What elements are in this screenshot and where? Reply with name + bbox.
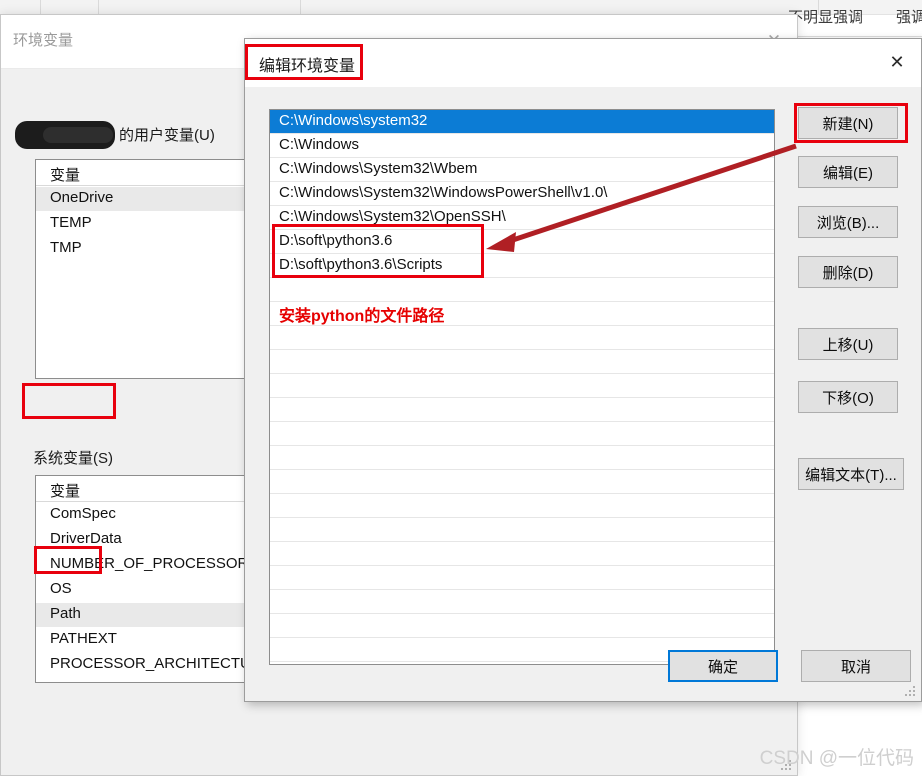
list-item-label: PROCESSOR_ARCHITECTURE [50,655,272,672]
path-list-item-empty[interactable] [270,542,774,566]
edit-button[interactable]: 编辑(E) [798,156,898,188]
style-gallery-item-emphasis[interactable]: 强调 [896,6,922,27]
user-vars-column-header-label: 变量 [50,167,81,184]
system-vars-column-header-label: 变量 [50,483,81,500]
path-list-item-empty[interactable] [270,590,774,614]
ribbon-divider [40,0,41,14]
path-list-item[interactable]: D:\soft\python3.6 [270,230,774,254]
move-up-button[interactable]: 上移(U) [798,328,898,360]
path-list-item-label: C:\Windows\System32\WindowsPowerShell\v1… [279,184,608,201]
path-list-item-empty[interactable]: 安装python的文件路径 [270,302,774,326]
style-gallery-item-subtle-emphasis[interactable]: 不明显强调 [788,6,863,27]
edit-dialog-cancel-button[interactable]: 取消 [801,650,911,682]
move-down-button[interactable]: 下移(O) [798,381,898,413]
path-list-item-empty[interactable] [270,566,774,590]
list-item-label: OneDrive [50,189,114,206]
path-list-item-empty[interactable] [270,278,774,302]
path-list-item[interactable]: C:\Windows [270,134,774,158]
path-list-item-empty[interactable] [270,350,774,374]
edit-dialog-titlebar: 编辑环境变量 ✕ [245,39,921,87]
system-variables-label: 系统变量(S) [33,450,113,467]
user-variables-label: 的用户变量(U) [119,127,215,144]
background-ribbon-strip [0,0,922,15]
path-list-item-empty[interactable] [270,518,774,542]
list-item-label: DriverData [50,530,122,547]
path-list-item[interactable]: C:\Windows\System32\OpenSSH\ [270,206,774,230]
path-list-item-empty[interactable] [270,494,774,518]
csdn-watermark: CSDN @一位代码 [759,748,914,769]
list-item-label: PROCESSOR_IDENTIFIER [50,680,238,682]
path-list-item-label: C:\Windows\System32\OpenSSH\ [279,208,506,225]
path-entries-listbox[interactable]: C:\Windows\system32 C:\Windows C:\Window… [269,109,775,665]
screenshot-root: 不明显强调 强调 ⌄ 环境变量 ✕ 的用户变量(U) 变量 OneDrive [0,0,922,776]
path-list-item-empty[interactable] [270,470,774,494]
path-list-item-empty[interactable] [270,398,774,422]
path-list-item-label: C:\Windows\System32\Wbem [279,160,478,177]
edit-dialog-ok-button[interactable]: 确定 [668,650,778,682]
browse-button[interactable]: 浏览(B)... [798,206,898,238]
env-window-title: 环境变量 [13,32,74,49]
edit-text-button[interactable]: 编辑文本(T)... [798,458,904,490]
list-item-label: PATHEXT [50,630,117,647]
path-list-item-label: C:\Windows [279,136,360,153]
list-item-label: TEMP [50,214,92,231]
new-button[interactable]: 新建(N) [798,107,898,139]
list-item-label: NUMBER_OF_PROCESSORS [50,555,259,572]
edit-dialog-title: 编辑环境变量 [259,58,356,75]
path-list-item-empty[interactable] [270,614,774,638]
delete-button[interactable]: 删除(D) [798,256,898,288]
path-list-item[interactable]: C:\Windows\System32\WindowsPowerShell\v1… [270,182,774,206]
path-list-item-empty[interactable] [270,326,774,350]
redacted-username-block-inner [43,127,113,143]
path-list-item[interactable]: C:\Windows\System32\Wbem [270,158,774,182]
path-list-item-label: D:\soft\python3.6\Scripts [279,256,443,273]
python-path-annotation-note: 安装python的文件路径 [279,308,445,325]
path-list-item-empty[interactable] [270,446,774,470]
close-icon[interactable]: ✕ [873,39,921,85]
path-list-item-empty[interactable] [270,422,774,446]
list-item-label: Path [50,605,81,622]
path-list-item-label: C:\Windows\system32 [279,112,428,129]
list-item-label: TMP [50,239,82,256]
list-item-label: OS [50,580,72,597]
ribbon-divider [98,0,99,14]
style-gallery-rule [782,36,922,37]
list-item-label: ComSpec [50,505,116,522]
ribbon-divider [300,0,301,14]
path-list-item-empty[interactable] [270,374,774,398]
path-list-item[interactable]: C:\Windows\system32 [270,110,774,134]
resize-grip-icon[interactable] [905,686,917,698]
path-list-item-label: D:\soft\python3.6 [279,232,393,249]
path-list-item[interactable]: D:\soft\python3.6\Scripts [270,254,774,278]
